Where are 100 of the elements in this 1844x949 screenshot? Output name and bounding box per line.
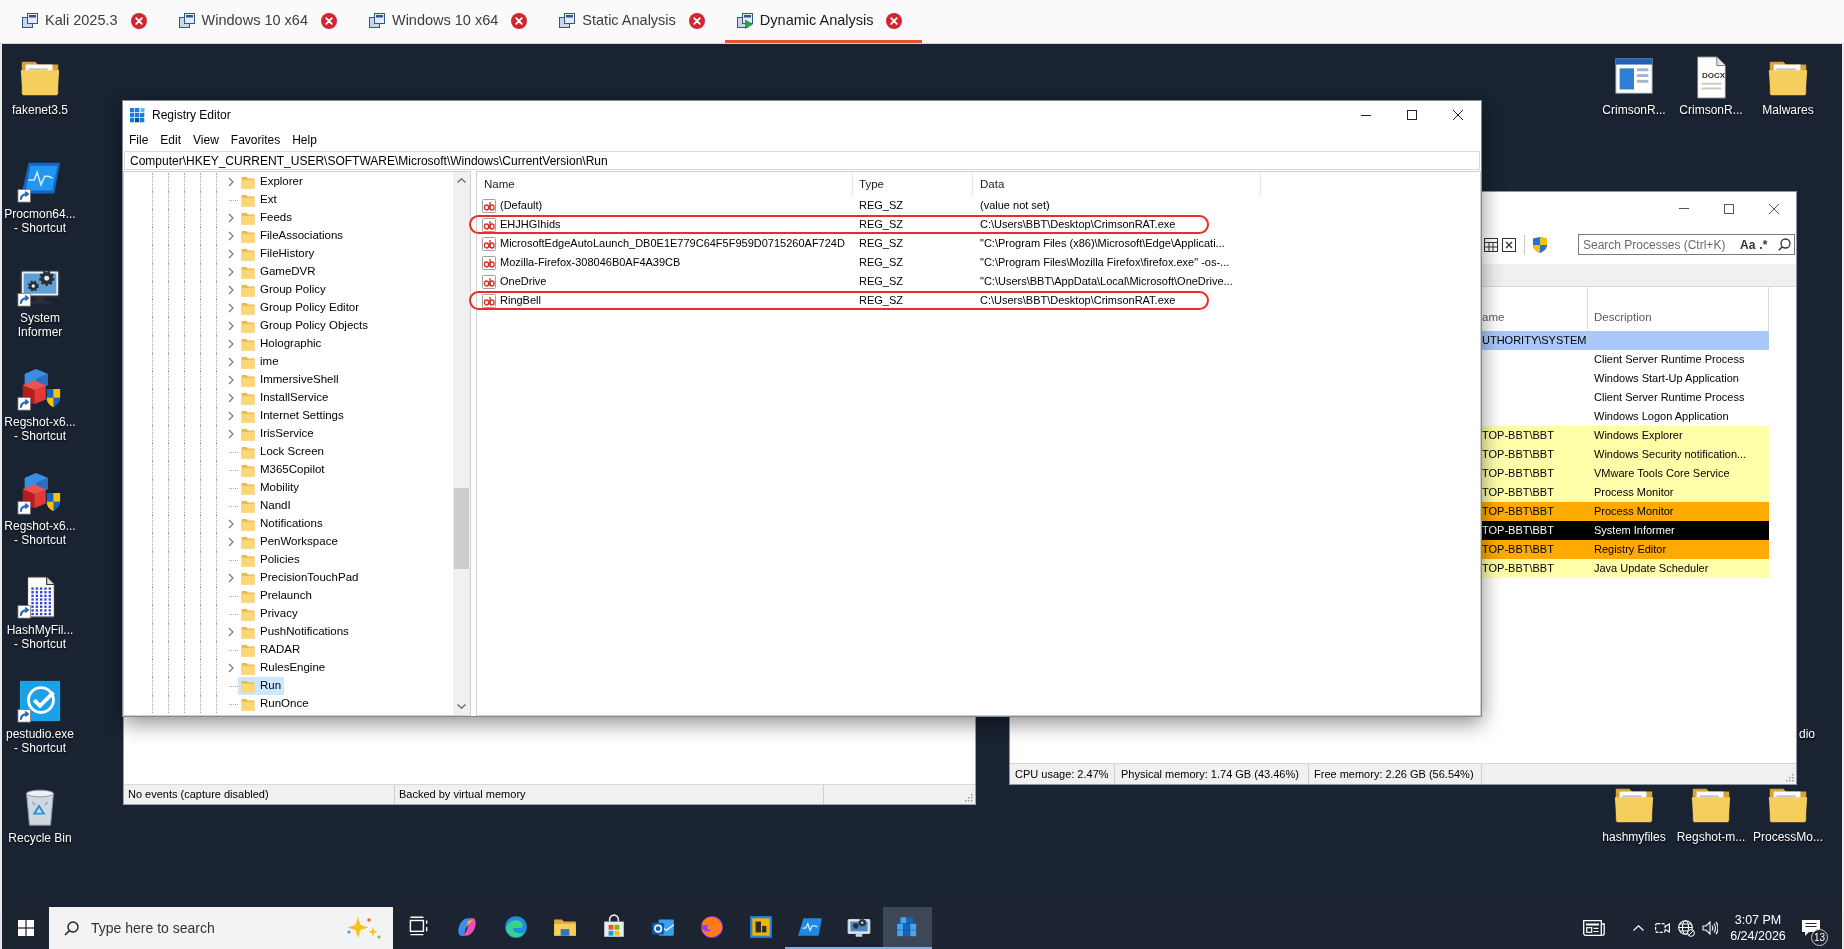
menu-item[interactable]: View [187, 129, 225, 151]
chevron-right-icon[interactable] [228, 357, 234, 367]
tree-item[interactable]: Holographic [238, 335, 325, 353]
process-row[interactable]: Windows Logon Application [1482, 407, 1769, 426]
column-header[interactable]: Data [973, 172, 1261, 196]
table-icon[interactable] [1484, 237, 1498, 252]
process-row[interactable]: TOP-BBT\BBT Windows Explorer [1482, 426, 1769, 445]
process-row[interactable]: TOP-BBT\BBT Process Monitor [1482, 483, 1769, 502]
process-row[interactable]: Client Server Runtime Process [1482, 388, 1769, 407]
tree-item[interactable]: PrecisionTouchPad [238, 569, 362, 587]
app-tile-icon[interactable] [747, 914, 774, 940]
minimize-icon[interactable] [1678, 208, 1689, 209]
value-row[interactable]: (Default) REG_SZ (value not set) [469, 196, 1084, 215]
chevron-right-icon[interactable] [228, 303, 234, 313]
menu-item[interactable]: File [123, 129, 155, 151]
chevron-right-icon[interactable] [228, 537, 234, 547]
process-row[interactable]: UTHORITY\SYSTEM [1482, 331, 1769, 350]
tree-item[interactable]: NandI [238, 497, 294, 515]
menu-item[interactable]: Edit [154, 129, 188, 151]
menu-item[interactable]: Help [286, 129, 323, 151]
process-row[interactable]: TOP-BBT\BBT Registry Editor [1482, 540, 1769, 559]
menu-item[interactable]: Favorites [224, 129, 287, 151]
chevron-down-icon[interactable] [457, 704, 466, 709]
tree-item[interactable]: Run [238, 677, 285, 695]
value-row[interactable]: MicrosoftEdgeAutoLaunch_DB0E1E779C64F5F959D0715260AF724D REG_SZ "C:\Program Files (x86)\Microsoft\Edge\Applicati... [469, 234, 1259, 253]
speaker-icon[interactable] [1702, 921, 1718, 935]
resize-grip-icon[interactable] [963, 792, 973, 802]
process-row[interactable]: Windows Start-Up Application [1482, 369, 1769, 388]
process-row[interactable]: TOP-BBT\BBT Windows Security notification... [1482, 445, 1769, 464]
search-input[interactable]: Search Processes (Ctrl+K) [1579, 235, 1736, 254]
cubes-shield-icon[interactable] [17, 470, 63, 516]
chevron-right-icon[interactable] [228, 267, 234, 277]
tree-item[interactable]: ime [238, 353, 282, 371]
chevron-right-icon[interactable] [228, 249, 234, 259]
checkmark-tile-icon[interactable] [17, 678, 63, 724]
address-field[interactable]: Computer\HKEY_CURRENT_USER\SOFTWARE\Microsoft\Windows\CurrentVersion\Run [124, 151, 1480, 170]
cubes-shield-icon[interactable] [17, 366, 63, 412]
chevron-right-icon[interactable] [228, 339, 234, 349]
process-row[interactable]: Client Server Runtime Process [1482, 350, 1769, 369]
tab[interactable]: Kali 2025.3 [10, 1, 167, 43]
tree-item[interactable]: Ext [238, 191, 280, 209]
tree-item[interactable]: Policies [238, 551, 303, 569]
minimize-icon[interactable] [1361, 114, 1371, 116]
close-icon[interactable] [1768, 203, 1779, 214]
chevron-right-icon[interactable] [228, 231, 234, 241]
tree-item[interactable]: Notifications [238, 515, 326, 533]
search-icon[interactable] [1778, 238, 1791, 251]
process-row[interactable]: TOP-BBT\BBT VMware Tools Core Service [1482, 464, 1769, 483]
tree-item[interactable]: Privacy [238, 605, 301, 623]
tree-item[interactable]: Mobility [238, 479, 302, 497]
chevron-right-icon[interactable] [228, 663, 234, 673]
tree-item[interactable]: GameDVR [238, 263, 319, 281]
chevron-right-icon[interactable] [228, 411, 234, 421]
fox-globe-icon[interactable] [698, 914, 725, 940]
tree-item[interactable]: FileHistory [238, 245, 318, 263]
scrollbar-thumb[interactable] [454, 488, 469, 569]
video-camera-icon[interactable] [1654, 921, 1670, 935]
tab[interactable]: Windows 10 x64 [356, 1, 548, 43]
chevron-right-icon[interactable] [228, 393, 234, 403]
search-toggle[interactable]: .* [1759, 237, 1768, 252]
tree-item[interactable]: Explorer [238, 173, 306, 191]
windows-logo-icon[interactable] [17, 920, 34, 936]
tree-item[interactable]: Group Policy Objects [238, 317, 371, 335]
chevron-right-icon[interactable] [228, 285, 234, 295]
tree-item[interactable]: IrisService [238, 425, 317, 443]
search-toggle[interactable]: Aa [1740, 237, 1756, 252]
tree-item[interactable]: RulesEngine [238, 659, 329, 677]
chevron-right-icon[interactable] [228, 213, 234, 223]
value-row[interactable]: OneDrive REG_SZ "C:\Users\BBT\AppData\Local\Microsoft\OneDrive... [469, 272, 1267, 291]
tree-item[interactable]: Prelaunch [238, 587, 315, 605]
value-row[interactable]: EHJHGIhids REG_SZ C:\Users\BBT\Desktop\CrimsonRAT.exe [469, 215, 1210, 234]
value-row[interactable]: Mozilla-Firefox-308046B0AF4A39CB REG_SZ "C:\Program Files\Mozilla Firefox\firefox.exe" -os-... [469, 253, 1264, 272]
tree-item[interactable]: InstallService [238, 389, 332, 407]
chevron-right-icon[interactable] [228, 375, 234, 385]
tree-item[interactable]: FileAssociations [238, 227, 347, 245]
chevron-right-icon[interactable] [228, 177, 234, 187]
tree-item[interactable]: Lock Screen [238, 443, 327, 461]
tree-item[interactable]: PenWorkspace [238, 533, 341, 551]
tree-item[interactable]: Internet Settings [238, 407, 347, 425]
notifications-button[interactable]: 13 [1790, 907, 1832, 949]
chevron-right-icon[interactable] [228, 573, 234, 583]
tree-item[interactable]: ImmersiveShell [238, 371, 342, 389]
column-header[interactable]: Name [477, 172, 853, 196]
shield-icon[interactable] [1533, 236, 1547, 253]
resize-grip-icon[interactable] [1784, 772, 1794, 782]
process-row[interactable]: TOP-BBT\BBT System Informer [1482, 521, 1769, 540]
swirl-icon[interactable] [502, 914, 529, 940]
tab[interactable]: Windows 10 x64 [166, 1, 357, 43]
maximize-icon[interactable] [1407, 110, 1417, 120]
chevron-right-icon[interactable] [228, 627, 234, 637]
tree-item[interactable]: Group Policy Editor [238, 299, 363, 317]
search-icon[interactable] [64, 920, 79, 936]
process-row[interactable]: TOP-BBT\BBT Process Monitor [1482, 502, 1769, 521]
chevron-right-icon[interactable] [228, 321, 234, 331]
tree-item[interactable]: RADAR [238, 641, 304, 659]
value-row[interactable]: RingBell REG_SZ C:\Users\BBT\Desktop\CrimsonRAT.exe [469, 291, 1210, 310]
close-icon[interactable] [1453, 110, 1463, 120]
search-bar[interactable]: Type here to search [49, 907, 393, 949]
chevron-right-icon[interactable] [228, 429, 234, 439]
tree-item[interactable]: PushNotifications [238, 623, 352, 641]
